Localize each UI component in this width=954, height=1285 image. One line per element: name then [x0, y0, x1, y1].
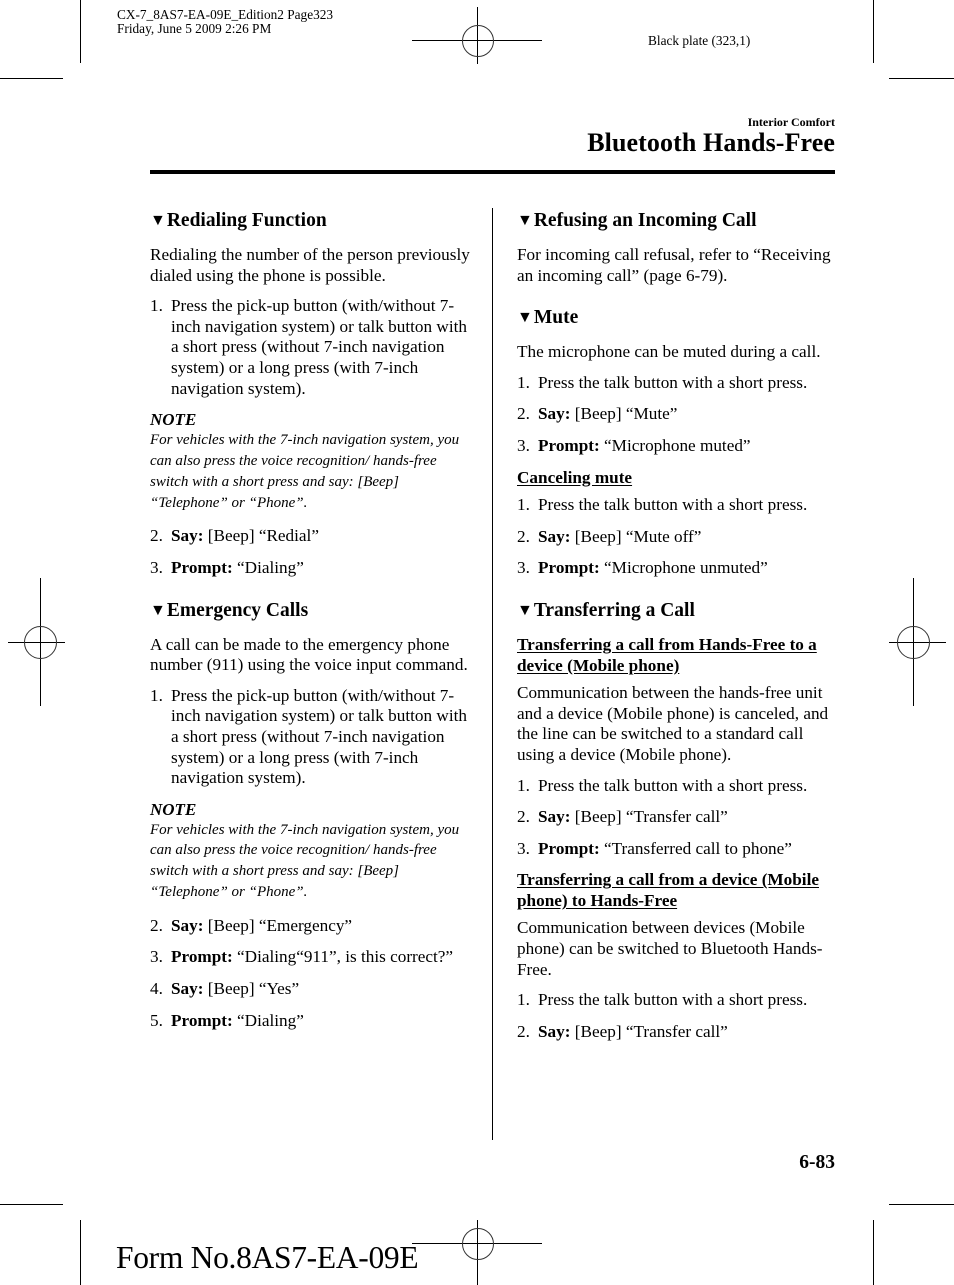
registration-mark-right	[889, 578, 946, 706]
registration-mark-bottom	[412, 1220, 542, 1285]
list-item: 2. Say: [Beep] “Redial”	[150, 526, 319, 546]
crop-mark-bottom-right-horizontal	[889, 1204, 954, 1205]
plate-label: Black plate (323,1)	[648, 33, 751, 48]
transfer-to-handsfree-text: Communication between devices (Mobile ph…	[517, 918, 823, 979]
right-column: ▼Refusing an Incoming Call For incoming …	[517, 209, 842, 1053]
crop-mark-top-right-vertical	[873, 0, 874, 63]
emergency-section: ▼Emergency Calls A call can be made to t…	[150, 599, 470, 1032]
list-item: 1. Press the talk button with a short pre…	[517, 775, 808, 795]
refusing-text: For incoming call refusal, refer to “Rec…	[517, 245, 831, 285]
note-text: For vehicles with the 7-inch navigation …	[150, 432, 460, 511]
triangle-down-icon: ▼	[517, 309, 533, 327]
page-title: Bluetooth Hands-Free	[587, 128, 835, 157]
list-item: 3. Prompt: “Dialing”	[150, 557, 304, 577]
list-item: 1. Press the talk button with a short pre…	[517, 495, 808, 515]
crop-mark-top-left-horizontal	[0, 78, 63, 79]
transfer-to-handsfree-subheading: Transferring a call from a device (Mobil…	[517, 870, 819, 910]
print-slug: CX-7_8AS7-EA-09E_Edition2 Page323 Friday…	[117, 8, 333, 36]
list-item: 5. Prompt: “Dialing”	[150, 1010, 304, 1030]
note-label: NOTE	[150, 410, 197, 430]
mute-section: ▼Mute The microphone can be muted during…	[517, 306, 842, 579]
list-item: 1. Press the pick-up button (with/without…	[150, 296, 467, 398]
page-number: 6-83	[799, 1152, 835, 1173]
list-item: 3. Prompt: “Microphone muted”	[517, 435, 751, 455]
mute-intro: The microphone can be muted during a cal…	[517, 342, 821, 362]
transfer-heading: ▼Transferring a Call	[517, 599, 695, 621]
crop-mark-bottom-left-vertical	[80, 1220, 81, 1285]
list-item: 3. Prompt: “Microphone unmuted”	[517, 558, 768, 578]
list-item: 3. Prompt: “Dialing“911”, is this correct…	[150, 947, 454, 967]
redialing-section: ▼Redialing Function Redialing the number…	[150, 209, 470, 579]
list-item: 2. Say: [Beep] “Mute off”	[517, 526, 702, 546]
emergency-heading: ▼Emergency Calls	[150, 599, 309, 621]
refusing-section: ▼Refusing an Incoming Call For incoming …	[517, 209, 842, 286]
crop-mark-top-left-vertical	[80, 0, 81, 63]
title-rule	[150, 170, 835, 174]
list-item: 2. Say: [Beep] “Emergency”	[150, 915, 353, 935]
registration-mark-left	[8, 578, 65, 706]
transfer-to-device-text: Communication between the hands-free uni…	[517, 683, 829, 764]
list-item: 1. Press the talk button with a short pre…	[517, 990, 808, 1010]
registration-mark-top	[412, 7, 542, 64]
note-text: For vehicles with the 7-inch navigation …	[150, 821, 460, 901]
crop-mark-bottom-right-vertical	[873, 1220, 874, 1285]
triangle-down-icon: ▼	[150, 601, 166, 619]
emergency-intro: A call can be made to the emergency phon…	[150, 634, 468, 675]
list-item: 2. Say: [Beep] “Transfer call”	[517, 807, 728, 827]
mute-heading: ▼Mute	[517, 307, 579, 329]
form-number: Form No.8AS7-EA-09E	[116, 1240, 419, 1275]
slug-date-line: Friday, June 5 2009 2:26 PM	[117, 21, 272, 36]
crop-mark-bottom-left-horizontal	[0, 1204, 63, 1205]
note-label: NOTE	[150, 799, 197, 819]
refusing-heading: ▼Refusing an Incoming Call	[517, 210, 757, 231]
list-item: 2. Say: [Beep] “Transfer call”	[517, 1021, 728, 1041]
list-item: 4. Say: [Beep] “Yes”	[150, 979, 300, 999]
triangle-down-icon: ▼	[517, 601, 533, 619]
list-item: 1. Press the talk button with a short pre…	[517, 372, 808, 392]
crop-mark-top-right-horizontal	[889, 78, 954, 79]
canceling-mute-subheading: Canceling mute	[517, 467, 633, 487]
redialing-intro: Redialing the number of the person previ…	[150, 245, 470, 285]
triangle-down-icon: ▼	[517, 212, 533, 229]
redialing-heading: ▼Redialing Function	[150, 210, 327, 231]
list-item: 2. Say: [Beep] “Mute”	[517, 404, 678, 424]
list-item: 3. Prompt: “Transferred call to phone”	[517, 838, 792, 858]
transfer-to-device-subheading: Transferring a call from Hands-Free to a…	[517, 634, 817, 675]
triangle-down-icon: ▼	[150, 212, 166, 229]
list-item: 1. Press the pick-up button (with/without…	[150, 685, 467, 788]
transfer-section: ▼Transferring a Call Transferring a call…	[517, 599, 842, 1043]
left-column: ▼Redialing Function Redialing the number…	[150, 209, 470, 1042]
slug-file-line: CX-7_8AS7-EA-09E_Edition2 Page323	[117, 7, 334, 22]
column-divider	[492, 208, 493, 1140]
